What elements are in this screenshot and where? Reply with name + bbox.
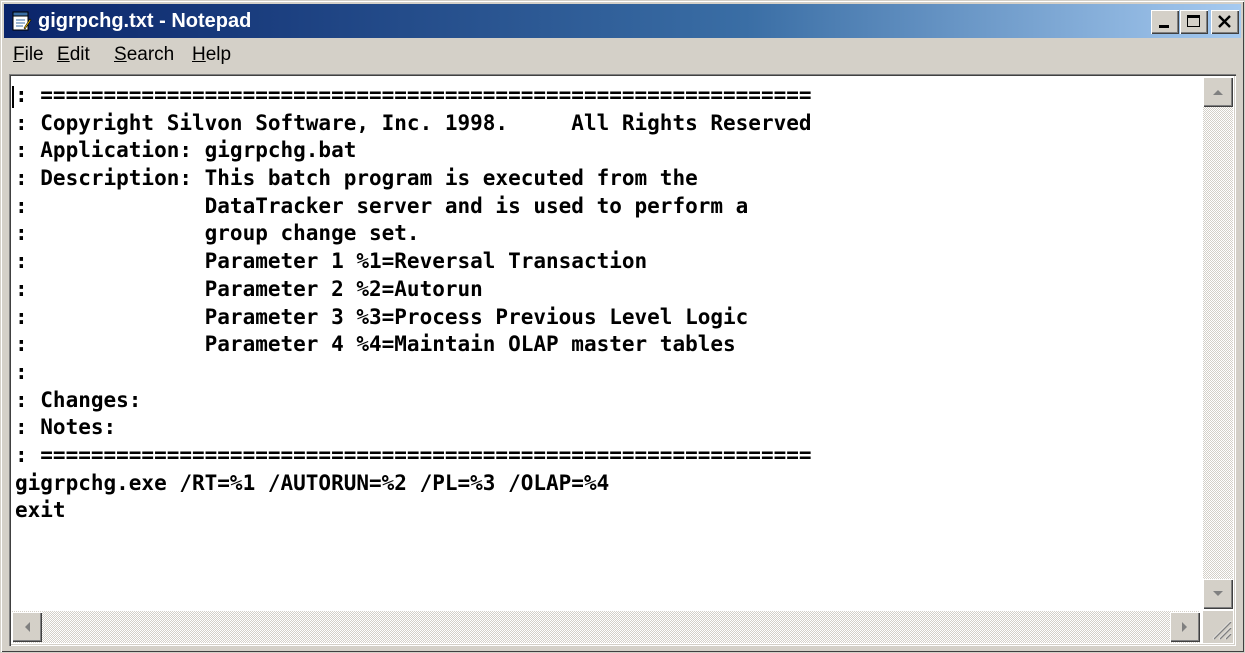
scroll-up-button[interactable] — [1203, 77, 1233, 107]
notepad-window: gigrpchg.txt - Notepad File Edit Search … — [0, 0, 1245, 653]
text-line: gigrpchg.exe /RT=%1 /AUTORUN=%2 /PL=%3 /… — [15, 470, 610, 495]
text-line: : ======================================… — [15, 83, 812, 107]
menu-edit[interactable]: Edit — [57, 43, 90, 67]
menu-file[interactable]: File — [13, 43, 44, 67]
size-grip[interactable] — [1203, 611, 1233, 643]
window-title: gigrpchg.txt - Notepad — [38, 10, 252, 32]
text-line: : Notes: — [15, 415, 117, 440]
text-line: exit — [15, 498, 66, 523]
scroll-right-button[interactable] — [1170, 612, 1200, 642]
text-line: : Parameter 3 %3=Process Previous Level … — [15, 304, 749, 329]
menu-search[interactable]: Search — [114, 43, 174, 67]
text-line: : Parameter 4 %4=Maintain OLAP master ta… — [15, 332, 736, 357]
horizontal-scrollbar[interactable] — [12, 611, 1200, 643]
text-line: : Parameter 2 %2=Autorun — [15, 276, 483, 301]
notepad-icon[interactable] — [10, 10, 32, 32]
text-editor[interactable]: : ======================================… — [9, 74, 1236, 646]
text-line: : Application: gigrpchg.bat — [15, 138, 357, 163]
text-line: : group change set. — [15, 221, 420, 246]
vertical-scrollbar[interactable] — [1203, 77, 1233, 609]
editor-text-area[interactable]: : ======================================… — [15, 82, 1199, 606]
text-line: : — [15, 359, 28, 384]
text-line: : Copyright Silvon Software, Inc. 1998. … — [15, 110, 812, 135]
minimize-button[interactable] — [1151, 10, 1179, 34]
size-grip-icon — [1203, 620, 1233, 647]
menu-help[interactable]: Help — [192, 43, 231, 67]
title-bar[interactable]: gigrpchg.txt - Notepad — [4, 4, 1241, 38]
scroll-down-button[interactable] — [1203, 579, 1233, 609]
scroll-left-button[interactable] — [12, 612, 42, 642]
text-line: : ======================================… — [15, 442, 812, 467]
text-line: : Parameter 1 %1=Reversal Transaction — [15, 249, 648, 274]
text-line: : DataTracker server and is used to perf… — [15, 193, 749, 218]
text-caret — [12, 86, 14, 108]
menu-bar: File Edit Search Help — [4, 39, 1241, 71]
text-line: : Description: This batch program is exe… — [15, 166, 698, 191]
close-button[interactable] — [1211, 10, 1239, 34]
maximize-button[interactable] — [1180, 10, 1208, 34]
text-line: : Changes: — [15, 387, 142, 412]
